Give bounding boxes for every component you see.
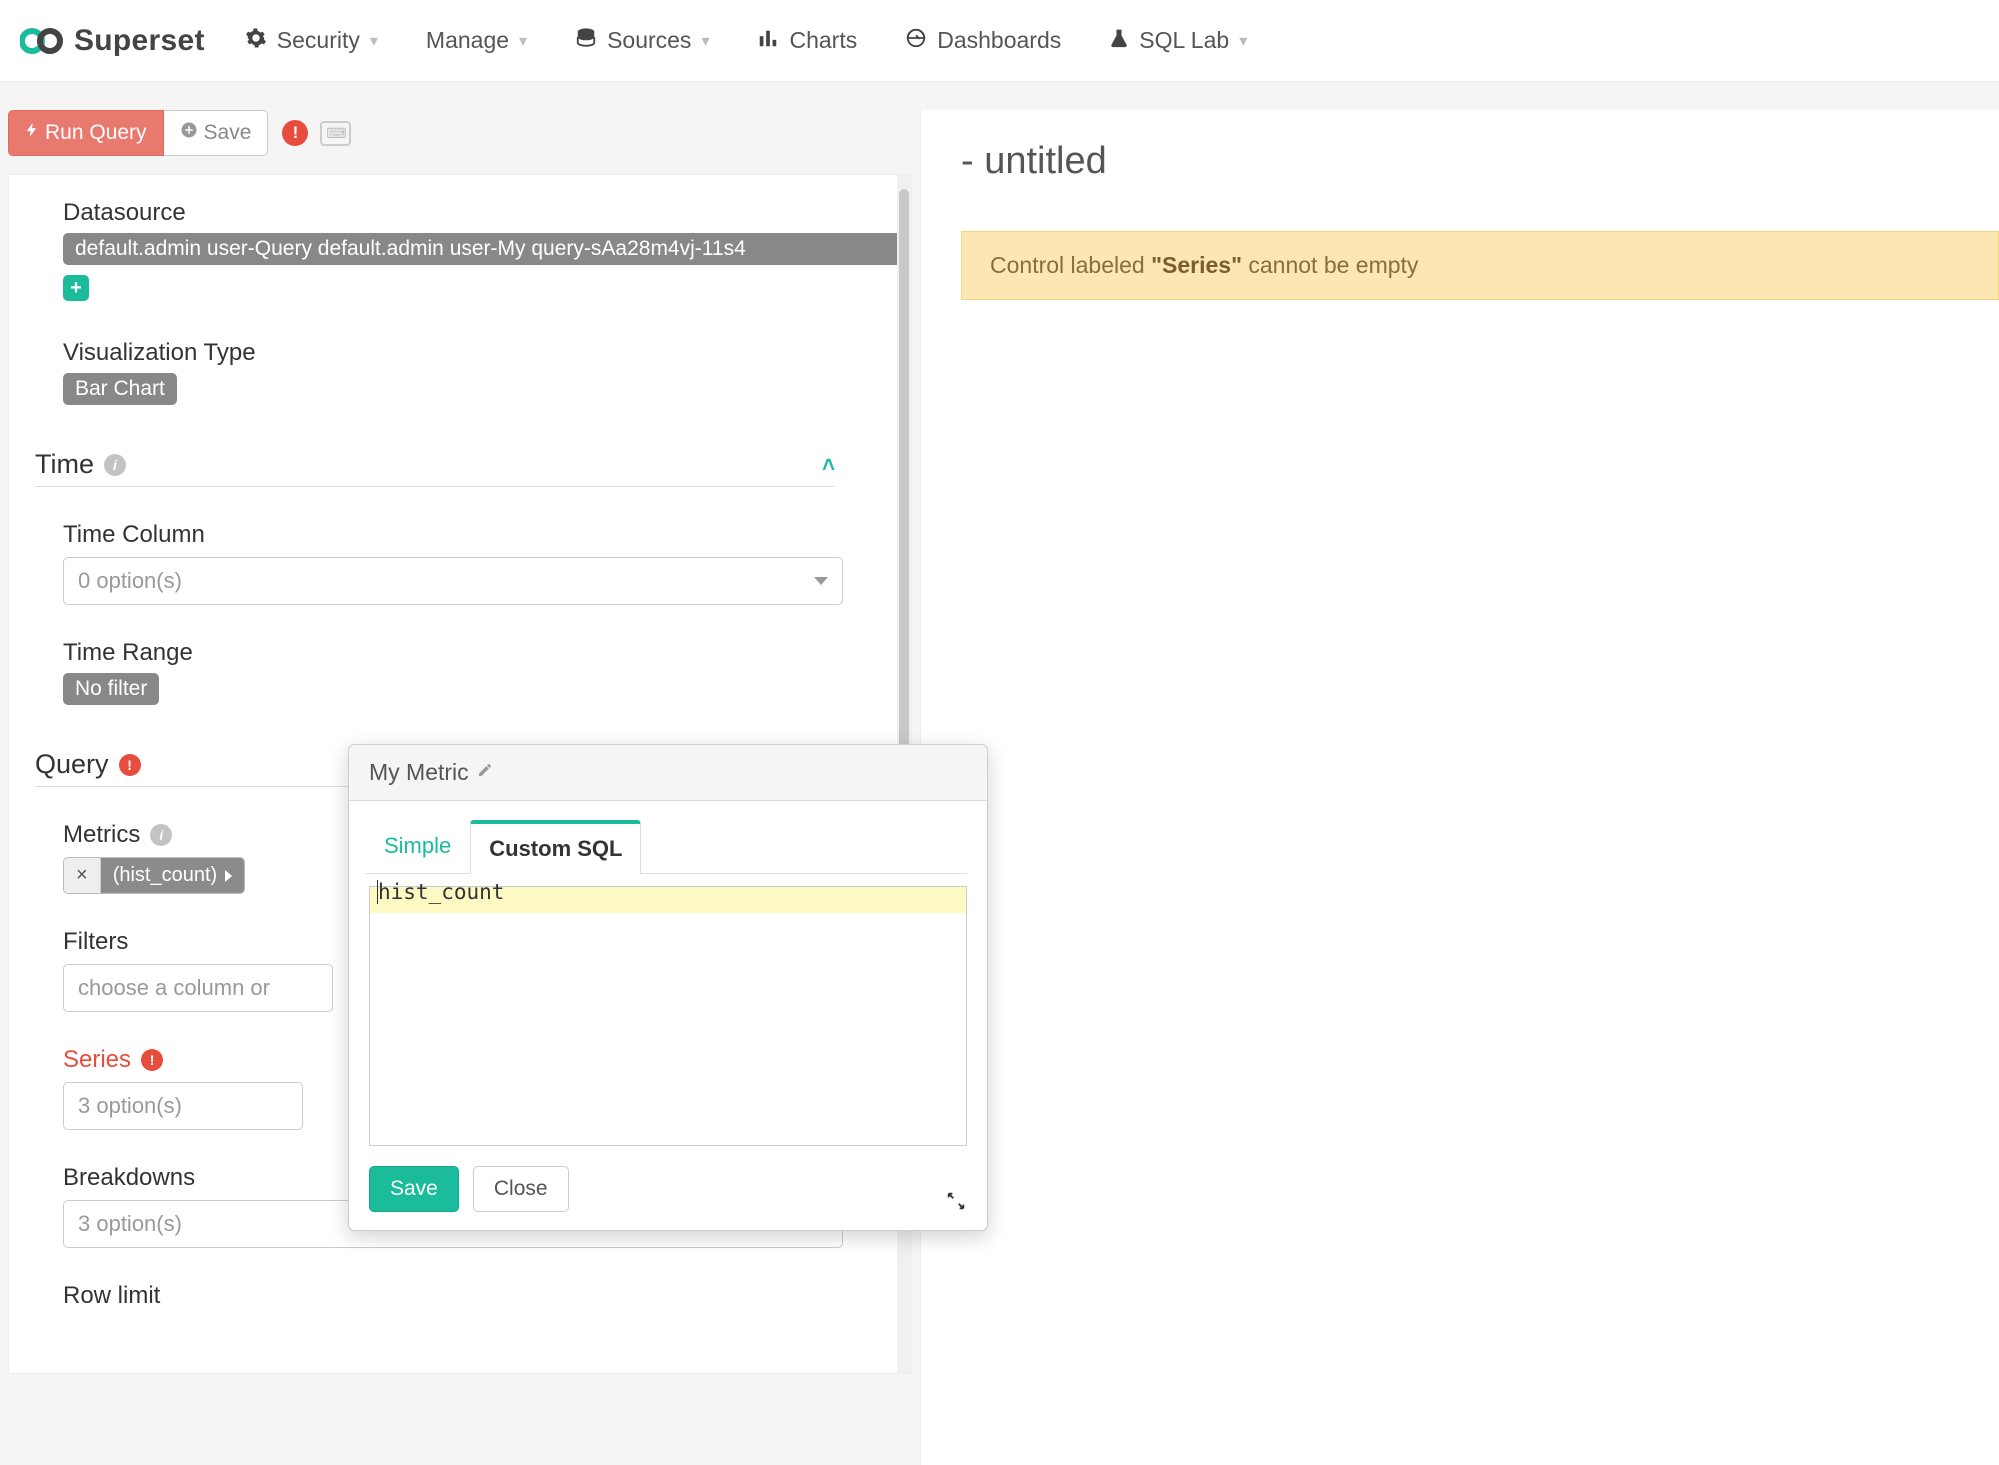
cogs-icon [245, 27, 267, 55]
sql-editor[interactable] [369, 886, 967, 1146]
toolbar: Run Query Save ! ⌨ [8, 110, 912, 156]
time-range-control: Time Range No filter [63, 639, 843, 705]
popover-close-button[interactable]: Close [473, 1166, 569, 1212]
error-icon[interactable]: ! [282, 120, 308, 146]
time-range-label: Time Range [63, 639, 843, 667]
caret-right-icon [225, 870, 232, 882]
error-icon[interactable]: ! [141, 1049, 163, 1071]
metric-popover: My Metric Simple Custom SQL hist_count S… [348, 744, 988, 1231]
time-column-select[interactable]: 0 option(s) [63, 557, 843, 605]
resize-icon[interactable] [945, 1190, 967, 1218]
nav-security[interactable]: Security ▾ [245, 27, 378, 55]
time-column-placeholder: 0 option(s) [78, 568, 182, 594]
section-query-label: Query [35, 749, 109, 780]
nav-charts[interactable]: Charts [757, 27, 857, 55]
nav-charts-label: Charts [789, 27, 857, 54]
section-time-label: Time [35, 449, 94, 480]
chevron-down-icon: ▾ [519, 31, 527, 51]
datasource-label: Datasource [63, 199, 885, 227]
popover-tabs: Simple Custom SQL [365, 819, 967, 874]
info-icon[interactable]: i [150, 824, 172, 846]
filters-placeholder: choose a column or [78, 975, 270, 1001]
workspace: Run Query Save ! ⌨ Datasource default.ad… [0, 82, 1999, 1465]
plus-circle-icon [180, 121, 198, 145]
caret-down-icon [814, 577, 828, 585]
time-column-label: Time Column [63, 521, 843, 549]
nav-dashboards[interactable]: Dashboards [905, 27, 1061, 55]
database-icon [575, 27, 597, 55]
warning-prefix: Control labeled [990, 252, 1151, 278]
chart-column: - untitled Control labeled "Series" cann… [920, 110, 1999, 1465]
run-query-button[interactable]: Run Query [8, 110, 164, 156]
series-select[interactable]: 3 option(s) [63, 1082, 303, 1130]
save-label: Save [204, 121, 252, 145]
nav-dashboards-label: Dashboards [937, 27, 1061, 54]
metric-chip-label: (hist_count) [113, 864, 218, 887]
chevron-up-icon[interactable]: ˄ [822, 452, 835, 478]
tab-custom-sql[interactable]: Custom SQL [470, 820, 641, 874]
chevron-down-icon: ▾ [370, 31, 378, 51]
rowlimit-label: Row limit [63, 1282, 843, 1310]
error-icon[interactable]: ! [119, 754, 141, 776]
nav-sqllab-label: SQL Lab [1139, 27, 1229, 54]
pencil-icon[interactable] [477, 762, 493, 783]
brand[interactable]: Superset [20, 24, 205, 58]
datasource-value[interactable]: default.admin user-Query default.admin u… [63, 233, 911, 265]
popover-actions: Save Close [369, 1166, 967, 1212]
filters-select[interactable]: choose a column or [63, 964, 333, 1012]
brand-label: Superset [74, 24, 205, 58]
plus-icon[interactable]: + [63, 275, 89, 301]
bolt-icon [25, 121, 39, 145]
chevron-down-icon: ▾ [1239, 31, 1247, 51]
time-range-value[interactable]: No filter [63, 673, 159, 705]
info-icon[interactable]: i [104, 454, 126, 476]
nav-manage-label: Manage [426, 27, 509, 54]
warning-bold: "Series" [1151, 252, 1242, 278]
nav-sources[interactable]: Sources ▾ [575, 27, 709, 55]
popover-title[interactable]: My Metric [369, 759, 469, 786]
metrics-label: Metrics [63, 821, 140, 849]
rowlimit-control: Row limit [63, 1282, 843, 1310]
flask-icon [1109, 27, 1129, 55]
chart-title[interactable]: - untitled [961, 140, 1999, 183]
warning-suffix: cannot be empty [1242, 252, 1418, 278]
popover-header: My Metric [349, 745, 987, 801]
dashboard-icon [905, 27, 927, 55]
viztype-label: Visualization Type [63, 339, 885, 367]
navbar: Superset Security ▾ Manage ▾ Sources ▾ C… [0, 0, 1999, 82]
metric-chip-value[interactable]: (hist_count) [101, 858, 245, 893]
keyboard-icon[interactable]: ⌨ [320, 121, 350, 146]
run-query-label: Run Query [45, 121, 147, 145]
metric-chip: × (hist_count) [63, 857, 245, 894]
series-placeholder: 3 option(s) [78, 1093, 182, 1119]
bar-chart-icon [757, 27, 779, 55]
save-button[interactable]: Save [164, 110, 269, 156]
tab-simple[interactable]: Simple [365, 820, 470, 874]
nav-manage[interactable]: Manage ▾ [426, 27, 527, 54]
chevron-down-icon: ▾ [701, 31, 709, 51]
logo-icon [20, 25, 64, 57]
nav-security-label: Security [277, 27, 360, 54]
remove-metric-icon[interactable]: × [64, 858, 101, 893]
series-label: Series [63, 1046, 131, 1074]
section-time[interactable]: Time i ˄ [35, 449, 835, 487]
time-column-control: Time Column 0 option(s) [63, 521, 843, 605]
nav-sources-label: Sources [607, 27, 691, 54]
breakdowns-placeholder: 3 option(s) [78, 1211, 182, 1237]
viztype-value[interactable]: Bar Chart [63, 373, 177, 405]
popover-save-button[interactable]: Save [369, 1166, 459, 1212]
warning-banner: Control labeled "Series" cannot be empty [961, 231, 1999, 300]
nav-sqllab[interactable]: SQL Lab ▾ [1109, 27, 1247, 55]
